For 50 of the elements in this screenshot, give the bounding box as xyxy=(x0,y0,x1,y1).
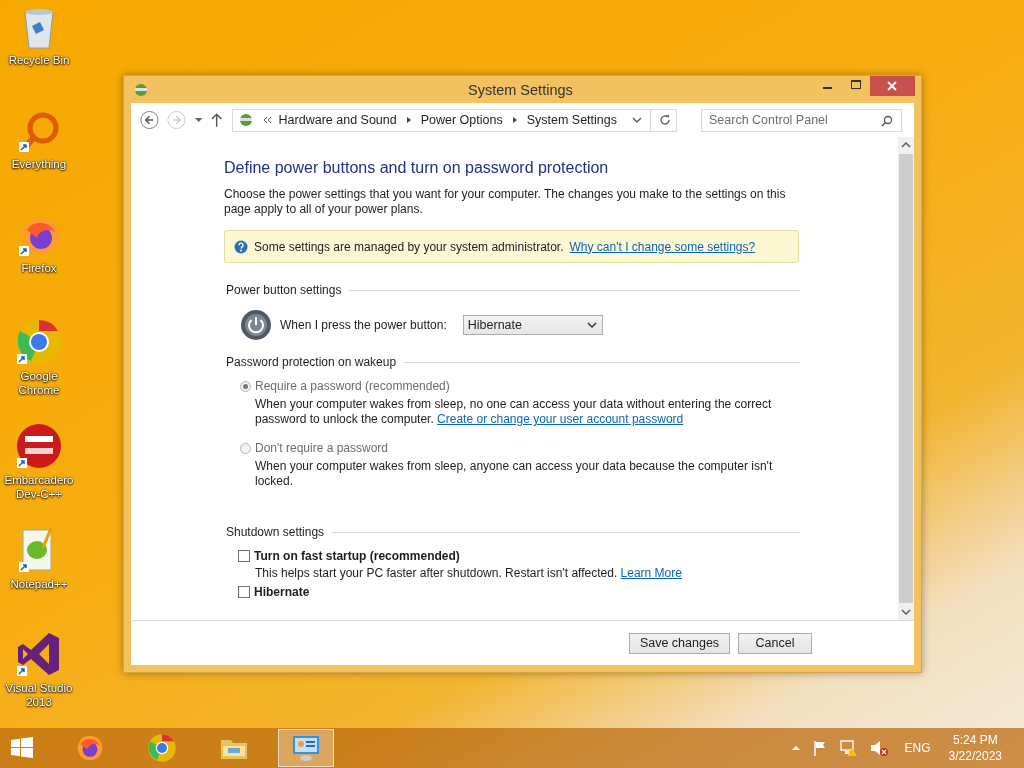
power-button-label: When I press the power button: xyxy=(280,318,447,332)
option-description: When your computer wakes from sleep, no one can access your data without entering the correct password to unlock the computer. Create or change your user account password xyxy=(255,397,773,427)
dropdown-icon[interactable] xyxy=(192,115,205,125)
power-action-dropdown[interactable]: Hibernate xyxy=(462,315,603,335)
save-button[interactable]: Save changes xyxy=(629,632,730,654)
page-heading: Define power buttons and turn on password protection xyxy=(224,159,610,177)
power-icon xyxy=(240,309,272,341)
section-title: Power button settings xyxy=(226,283,342,297)
muted-speaker-icon[interactable] xyxy=(868,739,889,757)
network-icon[interactable] xyxy=(838,739,859,757)
taskbar-app[interactable] xyxy=(278,729,334,767)
option-description: When your computer wakes from sleep, anyone can access your data because the computer isn't locked. xyxy=(255,459,774,489)
page-description: Choose the power settings that you want for your computer. The changes you make to the settings on this page apply to all of your power plans. xyxy=(224,187,787,217)
dropdown-icon[interactable] xyxy=(586,321,597,329)
chevron-icon[interactable] xyxy=(261,115,272,125)
close-icon[interactable] xyxy=(870,76,915,96)
up-arrow-icon[interactable] xyxy=(210,112,224,128)
window-title: System Settings xyxy=(468,81,573,98)
windows-start-icon[interactable] xyxy=(8,735,36,761)
checkbox[interactable] xyxy=(238,550,250,562)
checkbox-label[interactable]: Hibernate xyxy=(254,585,310,599)
scroll-up-icon[interactable] xyxy=(901,141,911,149)
breadcrumb-item[interactable]: Hardware and Sound xyxy=(278,113,397,127)
magnifier-icon[interactable] xyxy=(17,110,61,154)
checkbox-label[interactable]: Turn on fast startup (recommended) xyxy=(254,549,460,563)
checkbox[interactable] xyxy=(238,586,250,598)
control-panel-icon xyxy=(132,81,150,98)
help-link[interactable]: Why can't I change some settings? xyxy=(569,239,756,254)
search-field[interactable]: Search Control Panel xyxy=(701,108,902,132)
notice-text: Some settings are managed by your system administrator. xyxy=(254,239,564,254)
section-title: Shutdown settings xyxy=(226,525,325,539)
refresh-icon[interactable] xyxy=(658,113,672,127)
cancel-button[interactable]: Cancel xyxy=(738,632,812,654)
address-bar[interactable]: Hardware and Sound Power Options System Settings xyxy=(231,108,677,132)
control-panel-icon[interactable] xyxy=(291,734,321,762)
breadcrumb-item[interactable]: System Settings xyxy=(526,113,617,127)
chrome-icon[interactable] xyxy=(147,733,177,763)
scrollbar[interactable] xyxy=(898,137,914,620)
breadcrumb-item[interactable]: Power Options xyxy=(420,113,503,127)
section-title: Password protection on wakeup xyxy=(226,355,397,369)
option-description: This helps start your PC faster after shutdown. Restart isn't affected. Learn More xyxy=(255,566,683,581)
learn-more-link[interactable]: Learn More xyxy=(620,566,682,580)
caret-up-icon[interactable] xyxy=(790,744,801,752)
back-icon[interactable] xyxy=(139,109,160,131)
dropdown-icon[interactable] xyxy=(631,115,643,125)
chrome-icon[interactable] xyxy=(15,318,63,366)
scroll-down-icon[interactable] xyxy=(901,608,911,616)
help-icon xyxy=(234,239,248,254)
firefox-icon[interactable] xyxy=(75,733,105,763)
search-icon[interactable] xyxy=(881,114,893,127)
